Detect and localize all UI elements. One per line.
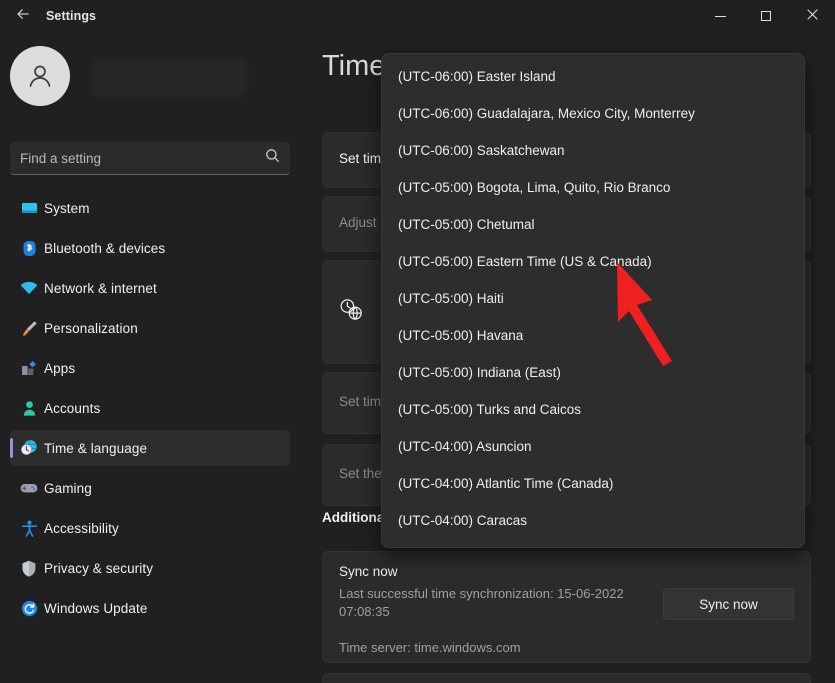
window-title: Settings [46, 0, 96, 32]
clock-globe-icon [339, 298, 363, 327]
sidebar-item-bluetooth-devices[interactable]: Bluetooth & devices [10, 230, 290, 266]
sidebar-item-windows-update[interactable]: Windows Update [10, 590, 290, 626]
sidebar-item-system[interactable]: System [10, 190, 290, 226]
section-heading-additional-settings: Additiona [322, 510, 384, 525]
bluetooth-icon [20, 239, 38, 257]
settings-window: Settings [0, 0, 835, 683]
monitor-icon [20, 199, 38, 217]
sidebar-item-label: Time & language [44, 441, 147, 456]
time-zone-option[interactable]: (UTC-04:00) Atlantic Time (Canada) [382, 465, 804, 502]
sidebar-item-time-language[interactable]: Time & language [10, 430, 290, 466]
apps-icon [20, 359, 38, 377]
sidebar-item-network-internet[interactable]: Network & internet [10, 270, 290, 306]
sidebar-item-label: Accessibility [44, 521, 119, 536]
back-arrow-icon [15, 6, 31, 27]
time-zone-option[interactable]: (UTC-04:00) Caracas [382, 502, 804, 539]
clock-globe-icon [20, 439, 38, 457]
time-zone-option[interactable]: (UTC-04:00) Cuiaba [382, 539, 804, 548]
search-icon[interactable] [265, 148, 280, 168]
sidebar-item-label: Privacy & security [44, 561, 153, 576]
additional-calendars-card[interactable]: Show additional calendars in the taskbar [322, 673, 811, 683]
time-zone-option-list: (UTC-06:00) Easter Island (UTC-06:00) Gu… [382, 58, 804, 548]
close-icon [807, 9, 818, 23]
sync-now-title: Sync now [339, 564, 398, 579]
search-input[interactable] [20, 151, 265, 166]
sidebar-item-label: Network & internet [44, 281, 157, 296]
sidebar-item-personalization[interactable]: Personalization [10, 310, 290, 346]
time-zone-option[interactable]: (UTC-05:00) Bogota, Lima, Quito, Rio Bra… [382, 169, 804, 206]
time-zone-option[interactable]: (UTC-04:00) Asuncion [382, 428, 804, 465]
sidebar-item-label: Apps [44, 361, 75, 376]
time-zone-option[interactable]: (UTC-06:00) Saskatchewan [382, 132, 804, 169]
sync-now-card: Sync now Last successful time synchroniz… [322, 551, 811, 663]
card-label: Adjust [339, 215, 377, 230]
minimize-button[interactable] [697, 0, 743, 32]
time-zone-option[interactable]: (UTC-05:00) Haiti [382, 280, 804, 317]
sidebar-item-label: Gaming [44, 481, 92, 496]
time-zone-option[interactable]: (UTC-06:00) Easter Island [382, 58, 804, 95]
sidebar-item-accessibility[interactable]: Accessibility [10, 510, 290, 546]
page-title: Time [322, 50, 385, 83]
sidebar-item-apps[interactable]: Apps [10, 350, 290, 386]
title-bar: Settings [0, 0, 835, 32]
sidebar-item-label: Accounts [44, 401, 100, 416]
paintbrush-icon [20, 319, 38, 337]
gamepad-icon [20, 479, 38, 497]
time-zone-option[interactable]: (UTC-05:00) Chetumal [382, 206, 804, 243]
account-profile[interactable] [10, 46, 70, 106]
card-label: Set tim [339, 151, 381, 166]
sidebar-item-label: System [44, 201, 90, 216]
maximize-button[interactable] [743, 0, 789, 32]
card-label: Set tim [339, 394, 381, 409]
sidebar-item-label: Windows Update [44, 601, 147, 616]
time-zone-dropdown[interactable]: (UTC-06:00) Easter Island (UTC-06:00) Gu… [381, 53, 805, 548]
time-zone-option[interactable]: (UTC-05:00) Turks and Caicos [382, 391, 804, 428]
sidebar: System Bluetooth & devices Network [0, 32, 300, 683]
back-button[interactable] [4, 2, 42, 30]
navigation-list: System Bluetooth & devices Network [10, 190, 290, 630]
avatar [10, 46, 70, 106]
time-server-text: Time server: time.windows.com [339, 640, 521, 655]
card-label: Set the [339, 466, 382, 481]
time-zone-option[interactable]: (UTC-06:00) Guadalajara, Mexico City, Mo… [382, 95, 804, 132]
sidebar-item-label: Personalization [44, 321, 138, 336]
time-zone-option-eastern-time[interactable]: (UTC-05:00) Eastern Time (US & Canada) [382, 243, 804, 280]
sidebar-item-gaming[interactable]: Gaming [10, 470, 290, 506]
sidebar-item-label: Bluetooth & devices [44, 241, 165, 256]
person-icon [20, 399, 38, 417]
wifi-icon [20, 279, 38, 297]
window-controls [697, 0, 835, 32]
time-zone-option[interactable]: (UTC-05:00) Havana [382, 317, 804, 354]
sync-now-button[interactable]: Sync now [663, 588, 794, 620]
sidebar-item-privacy-security[interactable]: Privacy & security [10, 550, 290, 586]
search-box[interactable] [10, 142, 290, 175]
last-sync-text: Last successful time synchronization: 15… [339, 585, 669, 621]
account-name-redacted [92, 58, 247, 96]
minimize-icon [715, 16, 726, 17]
update-icon [20, 599, 38, 617]
sidebar-item-accounts[interactable]: Accounts [10, 390, 290, 426]
time-zone-option[interactable]: (UTC-05:00) Indiana (East) [382, 354, 804, 391]
shield-icon [20, 559, 38, 577]
close-button[interactable] [789, 0, 835, 32]
accessibility-icon [20, 519, 38, 537]
maximize-icon [761, 11, 771, 21]
